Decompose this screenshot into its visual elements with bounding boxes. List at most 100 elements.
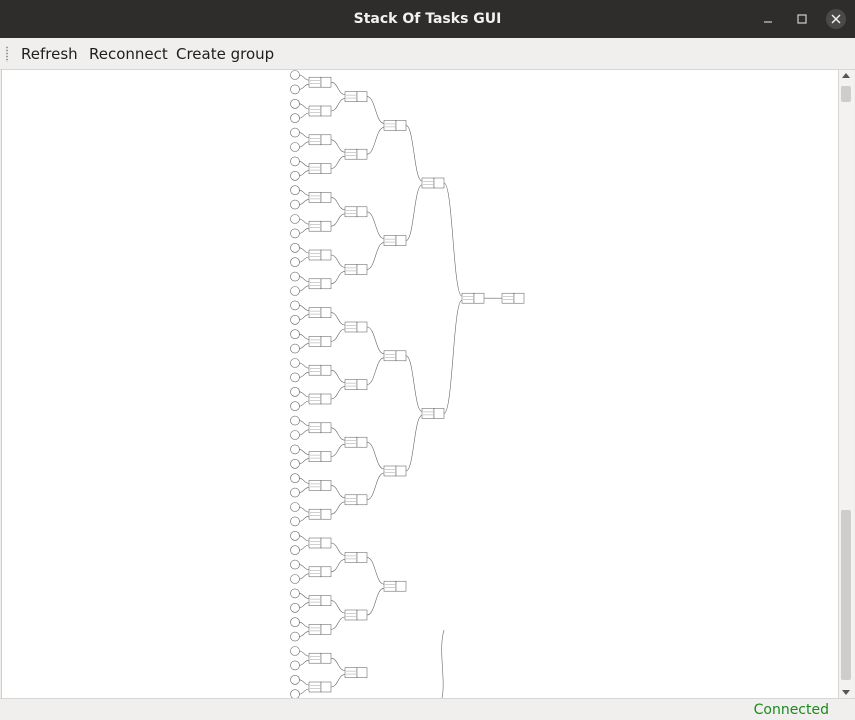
scroll-up-icon[interactable] [842,73,850,78]
graph-edge [405,355,423,412]
graph-node-l1[interactable] [308,681,332,693]
vertical-scrollbar[interactable] [838,70,854,698]
create-group-button[interactable]: Create group [176,38,274,70]
graph-node-l3[interactable] [383,465,407,477]
graph-node-l4[interactable] [421,408,445,419]
graph-edge [298,515,310,522]
graph-node-l1[interactable] [308,307,332,318]
graph-node-l1[interactable] [308,652,332,664]
close-icon[interactable] [825,8,847,30]
graph-node-l1[interactable] [308,480,332,491]
graph-node-l2[interactable] [344,91,368,102]
graph-node-l3[interactable] [383,580,407,592]
graph-edge [330,386,346,400]
window-title: Stack Of Tasks GUI [353,11,502,27]
graph-node-l1[interactable] [308,278,332,290]
graph-node-l2[interactable] [344,552,368,563]
graph-node-l1[interactable] [308,393,332,405]
leaf-node [290,674,300,685]
graph-node-l1[interactable] [308,624,332,635]
graph-node-l2[interactable] [344,667,368,678]
graph-edge [298,218,310,225]
graph-canvas[interactable] [2,70,838,698]
graph-node-l1[interactable] [308,595,332,606]
graph-edge [298,227,310,234]
graph-node-l2[interactable] [344,206,368,218]
graph-node-l3[interactable] [383,120,407,131]
graph-node-l3[interactable] [383,350,407,362]
graph-node-root[interactable] [501,292,525,304]
graph-edge [298,199,310,205]
graph-node-l2[interactable] [344,494,368,506]
graph-node-l2[interactable] [344,609,368,621]
graph-node-l1[interactable] [308,422,332,434]
leaf-node [290,257,300,267]
graph-node-l2[interactable] [344,148,368,160]
graph-edge [366,127,385,155]
connection-status: Connected [753,702,829,718]
reconnect-button[interactable]: Reconnect [89,38,168,70]
leaf-node [290,300,300,311]
leaf-node [290,689,300,698]
graph-edge [330,213,346,227]
graph-node-l1[interactable] [308,364,332,376]
graph-edge [298,544,310,551]
graph-node-l1[interactable] [308,76,332,88]
graph-edge [298,621,310,628]
graph-edge [298,170,310,177]
leaf-node [290,646,300,656]
graph-edge [298,650,310,657]
graph-edge [298,285,310,292]
graph-node-l1[interactable] [308,508,332,520]
leaf-node [290,329,300,340]
graph-node-l1[interactable] [308,105,332,117]
graph-node-l2[interactable] [344,321,368,333]
leaf-node [290,243,300,253]
graph-node-l2[interactable] [344,264,368,275]
graph-edge [298,458,310,465]
graph-edge [298,391,310,398]
graph-node-l1[interactable] [308,566,332,578]
graph-node-l2[interactable] [344,436,368,448]
graph-edge [298,477,310,484]
graph-edge [330,427,346,441]
graph-node-l1[interactable] [308,192,332,203]
graph-node-l1[interactable] [308,249,332,261]
graph-node-l1[interactable] [308,451,332,462]
graph-edge [330,600,346,614]
graph-edge [298,371,310,378]
graph-edge [366,557,385,585]
graph-edge [330,98,346,112]
graph-edge [330,443,346,457]
leaf-node [290,458,300,469]
graph-edge [443,182,463,297]
graph-edge [298,449,310,455]
leaf-node [290,487,300,498]
refresh-button[interactable]: Refresh [21,38,78,70]
title-bar[interactable]: Stack Of Tasks GUI [0,0,855,38]
leaf-node [290,602,300,613]
graph-edge [298,132,310,139]
graph-view[interactable] [1,70,838,698]
graph-node-l4[interactable] [421,177,445,189]
graph-edge [330,616,346,630]
graph-edge [298,161,310,167]
graph-node-l1[interactable] [308,134,332,146]
toolbar-grip-icon[interactable] [5,46,9,62]
graph-node-l1[interactable] [308,163,332,174]
graph-edge [298,400,310,407]
graph-node-l5[interactable] [461,292,485,304]
graph-edge [298,247,310,254]
maximize-icon[interactable] [792,9,812,29]
graph-node-l3[interactable] [383,235,407,246]
graph-node-l1[interactable] [308,336,332,347]
minimize-icon[interactable] [758,9,778,29]
graph-node-l1[interactable] [308,537,332,549]
graph-node-l1[interactable] [308,220,332,232]
graph-edge [298,343,310,349]
scroll-down-icon[interactable] [842,690,850,695]
graph-edge [330,328,346,342]
graph-edge [298,314,310,321]
scroll-thumb[interactable] [841,510,851,680]
graph-node-l2[interactable] [344,379,368,390]
